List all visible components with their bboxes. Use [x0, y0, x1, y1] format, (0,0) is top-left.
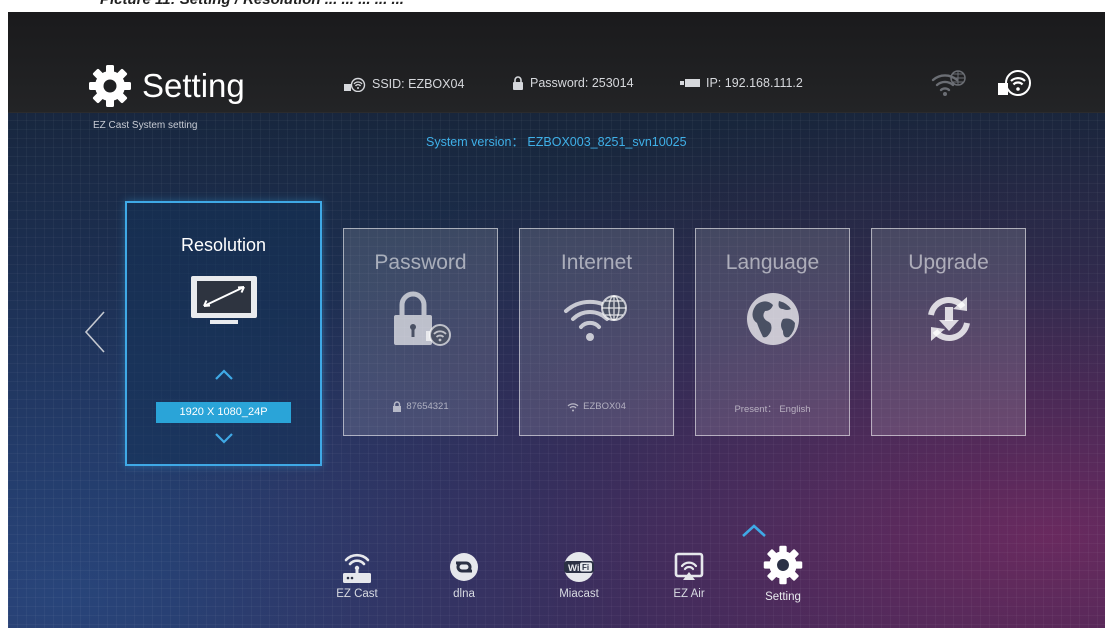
internet-footer: EZBOX04 — [520, 401, 673, 412]
language-footer: Present： English — [696, 401, 849, 415]
title-text: Setting — [142, 67, 245, 104]
header-bar: Setting SSID: EZBOX04 Password: 253014 I… — [8, 12, 1105, 113]
dlna-icon — [450, 553, 478, 581]
nav-ez-cast[interactable]: EZ Cast — [322, 550, 392, 600]
password-footer-text: 87654321 — [406, 401, 449, 412]
upgrade-icon — [872, 291, 1025, 347]
resolution-value[interactable]: 1920 X 1080_24P — [156, 402, 291, 423]
system-version: System version： EZBOX003_8251_svn10025 — [426, 135, 687, 149]
gear-icon — [89, 65, 131, 107]
password-label: Password — [374, 251, 467, 274]
resolution-label: Resolution — [180, 235, 267, 255]
password-info: Password: 253014 — [512, 76, 634, 90]
network-card-icon — [680, 79, 700, 87]
svg-text:Wi: Wi — [568, 563, 580, 574]
wifi-hotspot-icon — [998, 70, 1031, 96]
router-icon — [343, 553, 371, 583]
chevron-up-icon — [742, 524, 766, 537]
globe-icon — [696, 291, 849, 347]
upgrade-label: Upgrade — [908, 251, 989, 274]
lock-wifi-icon — [344, 291, 497, 347]
nav-miacast-label: Miacast — [559, 588, 599, 600]
monitor-icon — [127, 275, 320, 329]
lock-icon — [513, 76, 523, 90]
nav-ez-cast-label: EZ Cast — [336, 588, 378, 600]
language-card[interactable]: Language Present： English — [695, 228, 850, 436]
svg-text:Fi: Fi — [582, 563, 589, 572]
password-text: Password: 253014 — [530, 76, 634, 90]
nav-dlna-label: dlna — [453, 588, 475, 600]
airplay-icon — [674, 552, 704, 580]
caption-text: Picture 11: Setting / Resolution ... ...… — [100, 0, 404, 8]
password-footer: 87654321 — [344, 401, 497, 412]
wifi-small-icon — [567, 402, 579, 411]
wifi-router-icon — [344, 77, 366, 92]
caption-strip: Picture 11: Setting / Resolution ... ...… — [0, 0, 1105, 12]
page-title: Setting — [86, 62, 245, 110]
internet-status-icon — [931, 70, 966, 96]
chevron-left-icon[interactable] — [84, 311, 106, 353]
password-card[interactable]: Password 87654321 — [343, 228, 498, 436]
upgrade-card[interactable]: Upgrade — [871, 228, 1026, 436]
nav-miacast[interactable]: Wi Fi Miacast — [544, 550, 614, 600]
language-footer-text: Present： English — [734, 404, 811, 415]
ssid-text: SSID: EZBOX04 — [372, 77, 465, 91]
gear-icon — [763, 545, 803, 585]
page-subtitle: EZ Cast System setting — [93, 120, 198, 131]
internet-footer-text: EZBOX04 — [583, 401, 626, 412]
ip-text: IP: 192.168.111.2 — [706, 76, 803, 90]
wifi-badge-icon: Wi Fi — [564, 552, 594, 582]
resolution-card[interactable]: Resolution 1920 X 1080_24P — [125, 201, 322, 466]
setting-screen: Setting SSID: EZBOX04 Password: 253014 I… — [8, 12, 1105, 628]
nav-ez-air[interactable]: EZ Air — [654, 550, 724, 600]
internet-card[interactable]: Internet EZBOX04 — [519, 228, 674, 436]
nav-setting-label: Setting — [765, 591, 801, 603]
nav-setting[interactable]: Setting — [748, 543, 818, 603]
lock-small-icon — [393, 401, 402, 412]
ssid-info: SSID: EZBOX04 — [344, 76, 464, 92]
wifi-globe-icon — [520, 291, 673, 343]
chevron-up-icon[interactable] — [214, 369, 234, 381]
nav-dlna[interactable]: dlna — [429, 550, 499, 600]
internet-label: Internet — [560, 251, 633, 274]
ip-info: IP: 192.168.111.2 — [680, 76, 803, 90]
chevron-down-icon[interactable] — [214, 432, 234, 444]
nav-ez-air-label: EZ Air — [673, 588, 705, 600]
language-label: Language — [725, 251, 820, 274]
